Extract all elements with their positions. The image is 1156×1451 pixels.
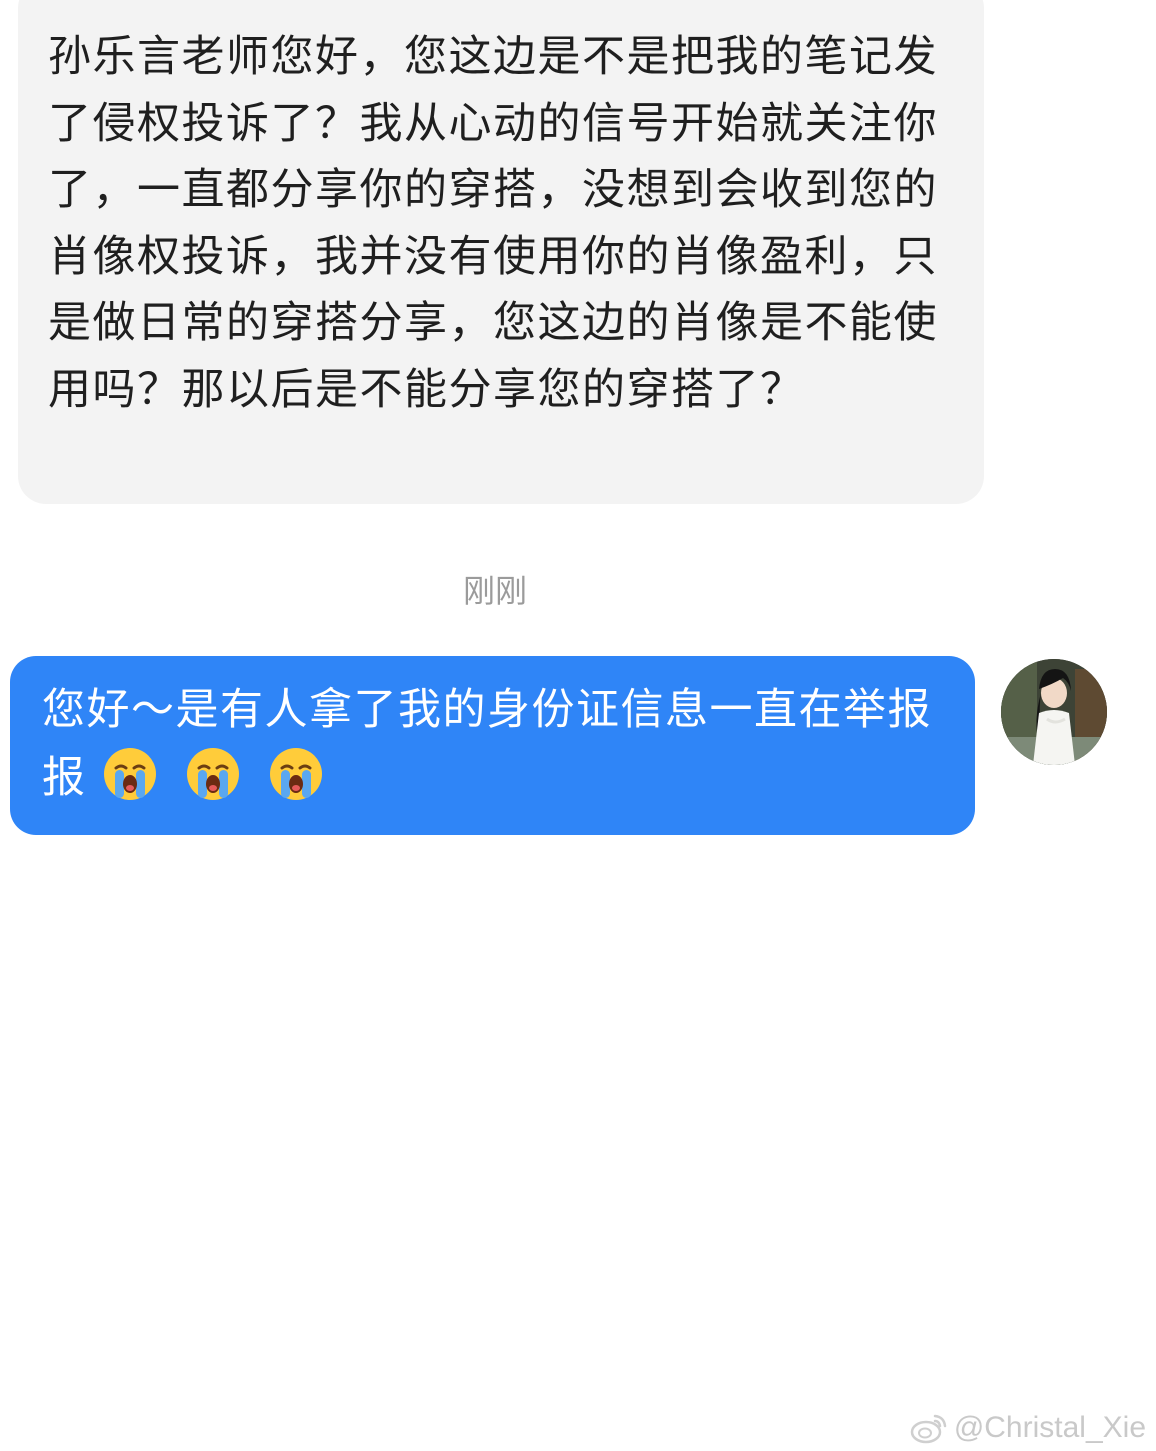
loudly-crying-face-icon	[186, 748, 239, 800]
message-timestamp: 刚刚	[462, 572, 527, 610]
user-avatar-icon	[1001, 659, 1107, 765]
outgoing-message-text: 您好～是有人拿了我的身份证信息一直在举报	[42, 685, 932, 735]
outgoing-message-bubble[interactable]: 您好～是有人拿了我的身份证信息一直在举报 报	[10, 656, 975, 835]
outgoing-message-tail: 报	[42, 753, 87, 803]
weibo-watermark: @Christal_Xie	[910, 1411, 1146, 1445]
watermark-text: @Christal_Xie	[953, 1411, 1146, 1444]
user-avatar[interactable]	[1001, 659, 1107, 765]
emoji-row	[102, 748, 336, 803]
incoming-message-bubble[interactable]: 孙乐言老师您好，您这边是不是把我的笔记发了侵权投诉了？我从心动的信号开始就关注你…	[18, 0, 984, 504]
incoming-message-text: 孙乐言老师您好，您这边是不是把我的笔记发了侵权投诉了？我从心动的信号开始就关注你…	[48, 32, 938, 415]
loudly-crying-face-icon	[103, 748, 156, 800]
weibo-icon	[910, 1414, 947, 1444]
loudly-crying-face-icon	[270, 748, 323, 800]
